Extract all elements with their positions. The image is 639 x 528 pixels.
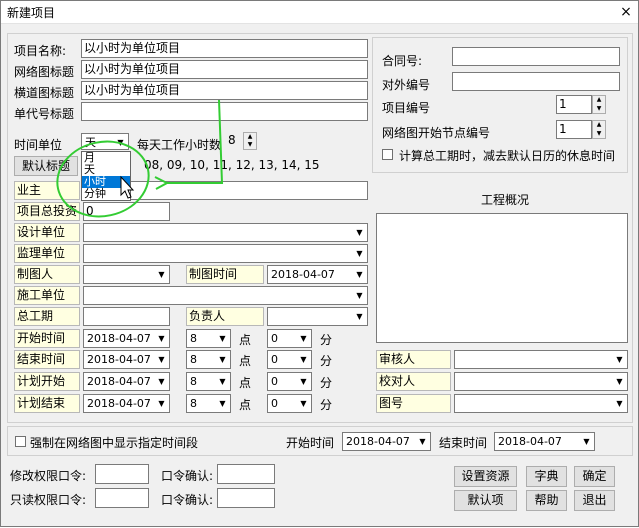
new-project-dialog: 新建项目 × 项目名称: 以小时为单位项目 网络图标题 以小时为单位项目 横道图… xyxy=(0,0,639,527)
annotation-line xyxy=(167,99,224,184)
annotation-arrow-icon xyxy=(154,176,170,190)
annotation-overlay xyxy=(56,99,224,218)
cursor-icon xyxy=(120,175,135,199)
annotation-circle xyxy=(56,140,150,218)
